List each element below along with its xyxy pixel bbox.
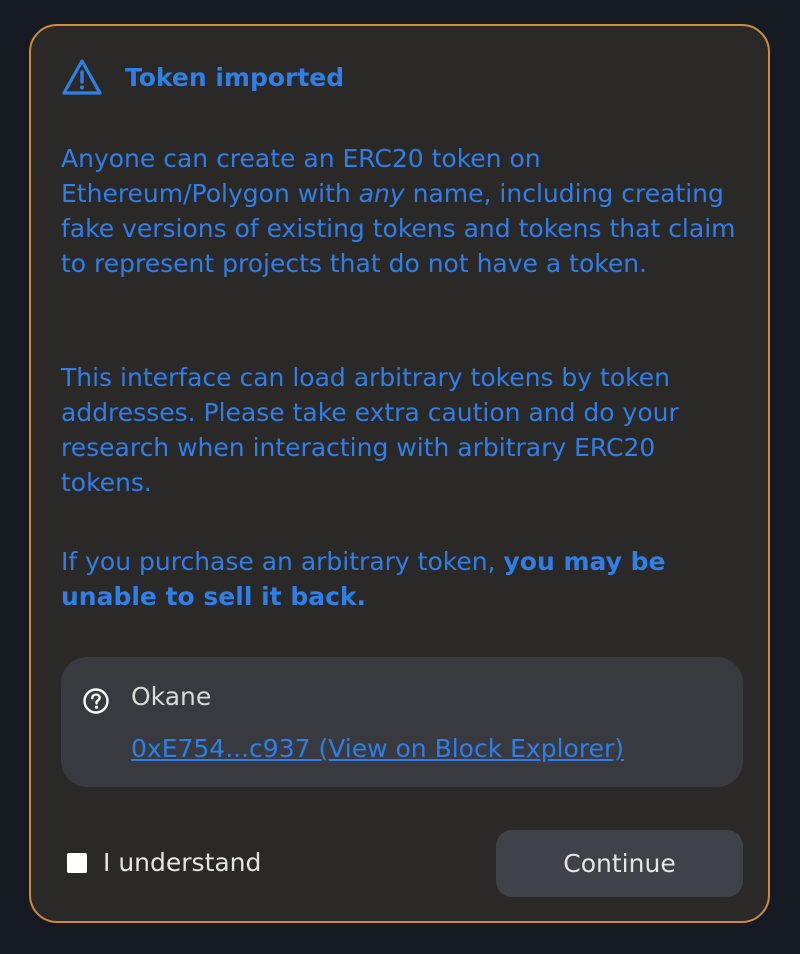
paragraph3-text: If you purchase an arbitrary token, <box>61 547 504 576</box>
modal-title: Token imported <box>125 62 345 92</box>
token-name: Okane <box>131 682 212 711</box>
token-info-box: Okane 0xE754...c937 (View on Block Explo… <box>61 657 743 787</box>
continue-button[interactable]: Continue <box>496 830 743 897</box>
block-explorer-link[interactable]: 0xE754...c937 (View on Block Explorer) <box>131 734 624 763</box>
warning-paragraph-arbitrary-tokens: This interface can load arbitrary tokens… <box>61 363 679 497</box>
token-imported-modal: Token imported Anyone can create an ERC2… <box>29 24 770 923</box>
question-circle-icon <box>83 688 109 714</box>
paragraph1-emphasis: any <box>358 179 405 208</box>
warning-triangle-icon <box>62 59 102 95</box>
understand-label: I understand <box>103 848 262 877</box>
warning-paragraph-sell-back: If you purchase an arbitrary token, you … <box>61 544 751 614</box>
understand-checkbox[interactable] <box>67 852 87 873</box>
understand-checkbox-control[interactable]: I understand <box>67 848 261 877</box>
warning-paragraph-fake-tokens: Anyone can create an ERC20 token on Ethe… <box>61 141 751 281</box>
modal-header: Token imported <box>61 58 344 96</box>
